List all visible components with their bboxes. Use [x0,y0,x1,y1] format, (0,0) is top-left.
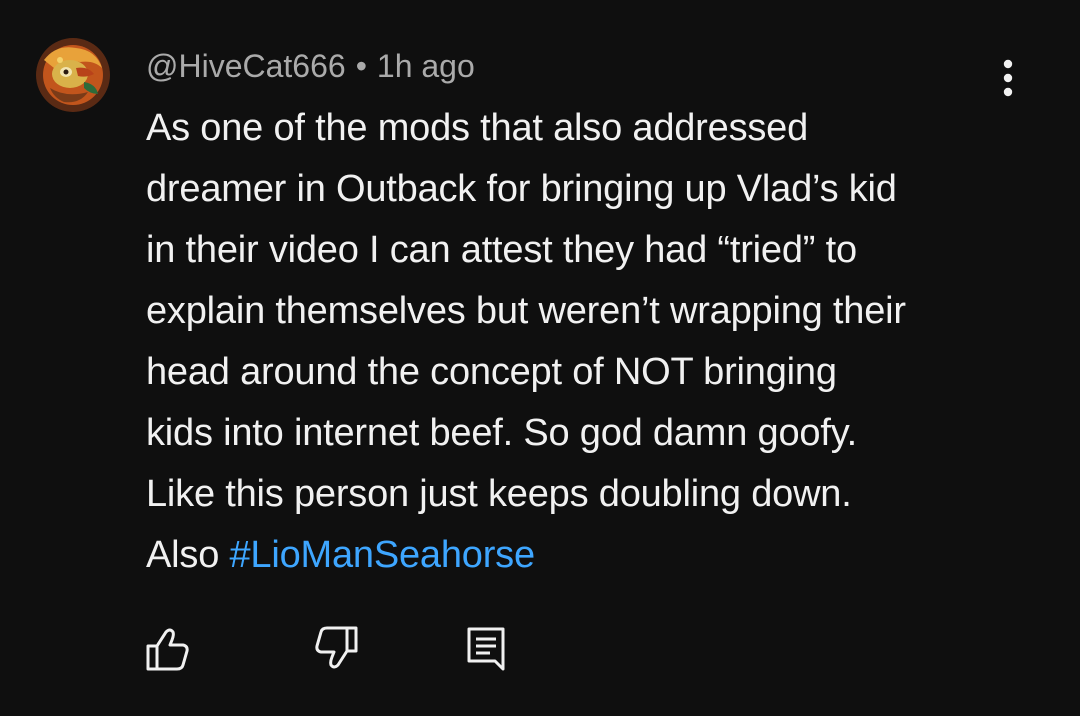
thumbs-up-icon [146,628,189,671]
comment-text: As one of the mods that also addressed d… [146,98,1046,586]
comment-line: explain themselves but weren’t wrapping … [146,290,906,332]
thumbs-down-icon [315,626,358,669]
comment-line-prefix: Also [146,534,230,576]
comment-last-line: Also #LioManSeahorse [146,525,1046,586]
separator-dot: • [355,48,367,84]
avatar[interactable] [36,38,110,112]
comment-line: head around the concept of NOT bringing [146,351,837,393]
comment-line: As one of the mods that also addressed [146,107,809,149]
comment-card: @HiveCat666 • 1h ago As one of the mods th… [0,0,1080,716]
comment-line: Like this person just keeps doubling dow… [146,473,852,515]
more-vertical-icon [1003,59,1013,97]
username[interactable]: @HiveCat666 [146,48,346,84]
comment-line: dreamer in Outback for bringing up Vlad’… [146,168,897,210]
hashtag-link[interactable]: #LioManSeahorse [229,534,535,576]
dislike-button[interactable] [312,624,362,674]
like-button[interactable] [142,624,192,674]
reply-button[interactable] [460,624,510,674]
comment-header: @HiveCat666 • 1h ago [146,46,475,86]
comment-reply-icon [467,627,505,671]
more-options-button[interactable] [992,54,1024,104]
comment-line: kids into internet beef. So god damn goo… [146,412,858,454]
timestamp: 1h ago [376,48,475,84]
avatar-image [36,38,110,112]
comment-line: in their video I can attest they had “tr… [146,229,857,271]
